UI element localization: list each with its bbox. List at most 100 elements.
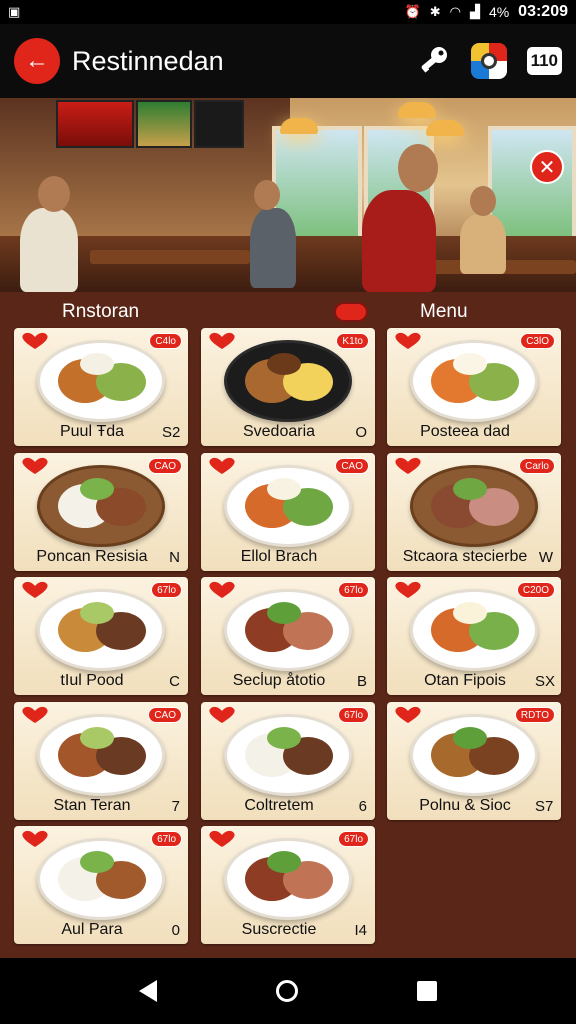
price-badge: 67lo — [151, 831, 182, 847]
menu-item-card[interactable]: C3lO Posteea dad — [387, 328, 561, 446]
dish-image — [37, 714, 165, 796]
menu-section-title: Menu — [420, 301, 468, 322]
favorite-heart-icon[interactable] — [20, 706, 50, 724]
dish-code: 7 — [171, 797, 180, 815]
count-badge[interactable]: 110 — [526, 47, 562, 75]
price-badge: CAO — [148, 707, 182, 723]
price-badge: 67lo — [338, 831, 369, 847]
dish-image — [410, 465, 538, 547]
close-icon: ✕ — [538, 156, 556, 179]
dish-image — [37, 340, 165, 422]
nav-back-icon[interactable] — [139, 980, 158, 1002]
price-badge: K1to — [336, 333, 369, 349]
dish-code: S7 — [535, 797, 554, 815]
dish-image — [410, 589, 538, 671]
back-button[interactable]: ← — [14, 38, 60, 84]
dish-image — [410, 714, 538, 796]
menu-item-card[interactable]: K1to Svedoaria O — [201, 328, 375, 446]
dish-image — [224, 340, 352, 422]
dish-code: W — [538, 548, 553, 566]
dish-image — [37, 589, 165, 671]
favorite-heart-icon[interactable] — [207, 457, 237, 475]
price-badge: RDTO — [514, 707, 555, 723]
alarm-icon: ⏰ — [404, 4, 421, 19]
dish-image — [224, 838, 352, 920]
nav-recents-icon[interactable] — [416, 981, 437, 1001]
back-arrow-icon: ← — [25, 47, 49, 74]
favorite-heart-icon[interactable] — [20, 457, 50, 475]
favorite-heart-icon[interactable] — [20, 581, 50, 599]
bluetooth-icon: ✱ — [429, 4, 441, 19]
menu-item-card[interactable]: 67lo Coltretem 6 — [201, 702, 375, 820]
system-nav-bar — [0, 958, 576, 1024]
dish-name: Otan Fipois — [424, 672, 506, 689]
dish-name: Stcaora stecierbe — [402, 548, 528, 565]
dish-name: Svedoaria — [242, 423, 316, 440]
dish-name: Posteea dad — [420, 423, 510, 440]
dish-name: Secl̇up åtotio — [232, 672, 326, 689]
dish-code: SX — [535, 672, 556, 690]
menu-item-card[interactable]: CAO Stan Teran 7 — [14, 702, 188, 820]
app-bar: ← Restinnedan 110 — [0, 24, 576, 98]
signal-icon: ▟ — [469, 4, 480, 19]
favorite-heart-icon[interactable] — [207, 830, 237, 848]
price-badge: C4lo — [149, 333, 182, 349]
dish-name: Puul Ŧda — [59, 423, 125, 440]
menu-item-card[interactable]: C20O Otan Fipois SX — [387, 577, 561, 695]
dish-name: Aul Para — [61, 921, 123, 938]
favorite-heart-icon[interactable] — [20, 332, 50, 350]
nav-home-icon[interactable] — [275, 980, 298, 1002]
favorite-heart-icon[interactable] — [20, 830, 50, 848]
battery-level: 4% — [488, 4, 510, 20]
favorite-heart-icon[interactable] — [393, 332, 423, 350]
dish-code: 6 — [358, 797, 367, 815]
menu-item-card[interactable]: RDTO Polnu & Sioc S7 — [387, 702, 561, 820]
dish-name: Ellol Brach — [240, 548, 318, 565]
restaurant-section-title: Rnstoran — [62, 301, 140, 322]
status-bar: ▣ ⏰ ✱ ◠ ▟ 4% 03:209 — [0, 0, 576, 24]
dish-code: I4 — [354, 921, 367, 939]
dish-name: Suscrectie — [241, 921, 317, 938]
price-badge: 67lo — [338, 707, 369, 723]
favorite-heart-icon[interactable] — [207, 581, 237, 599]
close-button[interactable]: ✕ — [530, 150, 564, 184]
menu-item-card[interactable]: CAO Ellol Brach — [201, 453, 375, 571]
restaurant-hero-image — [0, 98, 576, 292]
favorite-heart-icon[interactable] — [393, 706, 423, 724]
favorite-heart-icon[interactable] — [207, 332, 237, 350]
dish-code: B — [356, 672, 367, 690]
menu-item-card[interactable]: 67lo tIul Pood C — [14, 577, 188, 695]
page-title: Restinnedan — [72, 45, 224, 76]
wifi-icon: ◠ — [449, 4, 461, 19]
menu-item-card[interactable]: 67lo Secl̇up åtotio B — [201, 577, 375, 695]
price-badge: Carlo — [519, 458, 555, 474]
status-time: 03:209 — [518, 3, 568, 20]
favorite-heart-icon[interactable] — [393, 457, 423, 475]
dish-code: N — [169, 548, 180, 566]
app-badge-icon[interactable] — [470, 43, 507, 79]
favorite-heart-icon[interactable] — [393, 581, 423, 599]
toggle-switch[interactable] — [334, 302, 368, 322]
dish-image — [224, 714, 352, 796]
dish-code: C — [169, 672, 180, 690]
menu-item-card[interactable]: CAO Poncan Resisia N — [14, 453, 188, 571]
dish-image — [410, 340, 538, 422]
app-screen: ▣ ⏰ ✱ ◠ ▟ 4% 03:209 ← Restinnedan 110 ✕ … — [0, 0, 576, 1024]
dish-name: tIul Pood — [60, 672, 124, 689]
key-icon[interactable] — [417, 44, 451, 78]
menu-item-card[interactable]: 67lo Suscrectie I4 — [201, 826, 375, 944]
price-badge: CAO — [148, 458, 182, 474]
menu-item-card[interactable]: Carlo Stcaora stecierbe W — [387, 453, 561, 571]
price-badge: 67lo — [151, 582, 182, 598]
dish-image — [224, 589, 352, 671]
dish-name: Poncan Resisia — [36, 548, 148, 565]
menu-item-card[interactable]: 67lo Aul Para 0 — [14, 826, 188, 944]
dish-image — [37, 465, 165, 547]
dish-name: Stan Teran — [53, 797, 131, 814]
menu-item-card[interactable]: C4lo Puul Ŧda S2 — [14, 328, 188, 446]
price-badge: 67lo — [338, 582, 369, 598]
dish-code: 0 — [171, 921, 180, 939]
dish-name: Coltretem — [244, 797, 314, 814]
dish-code: O — [355, 423, 367, 441]
favorite-heart-icon[interactable] — [207, 706, 237, 724]
